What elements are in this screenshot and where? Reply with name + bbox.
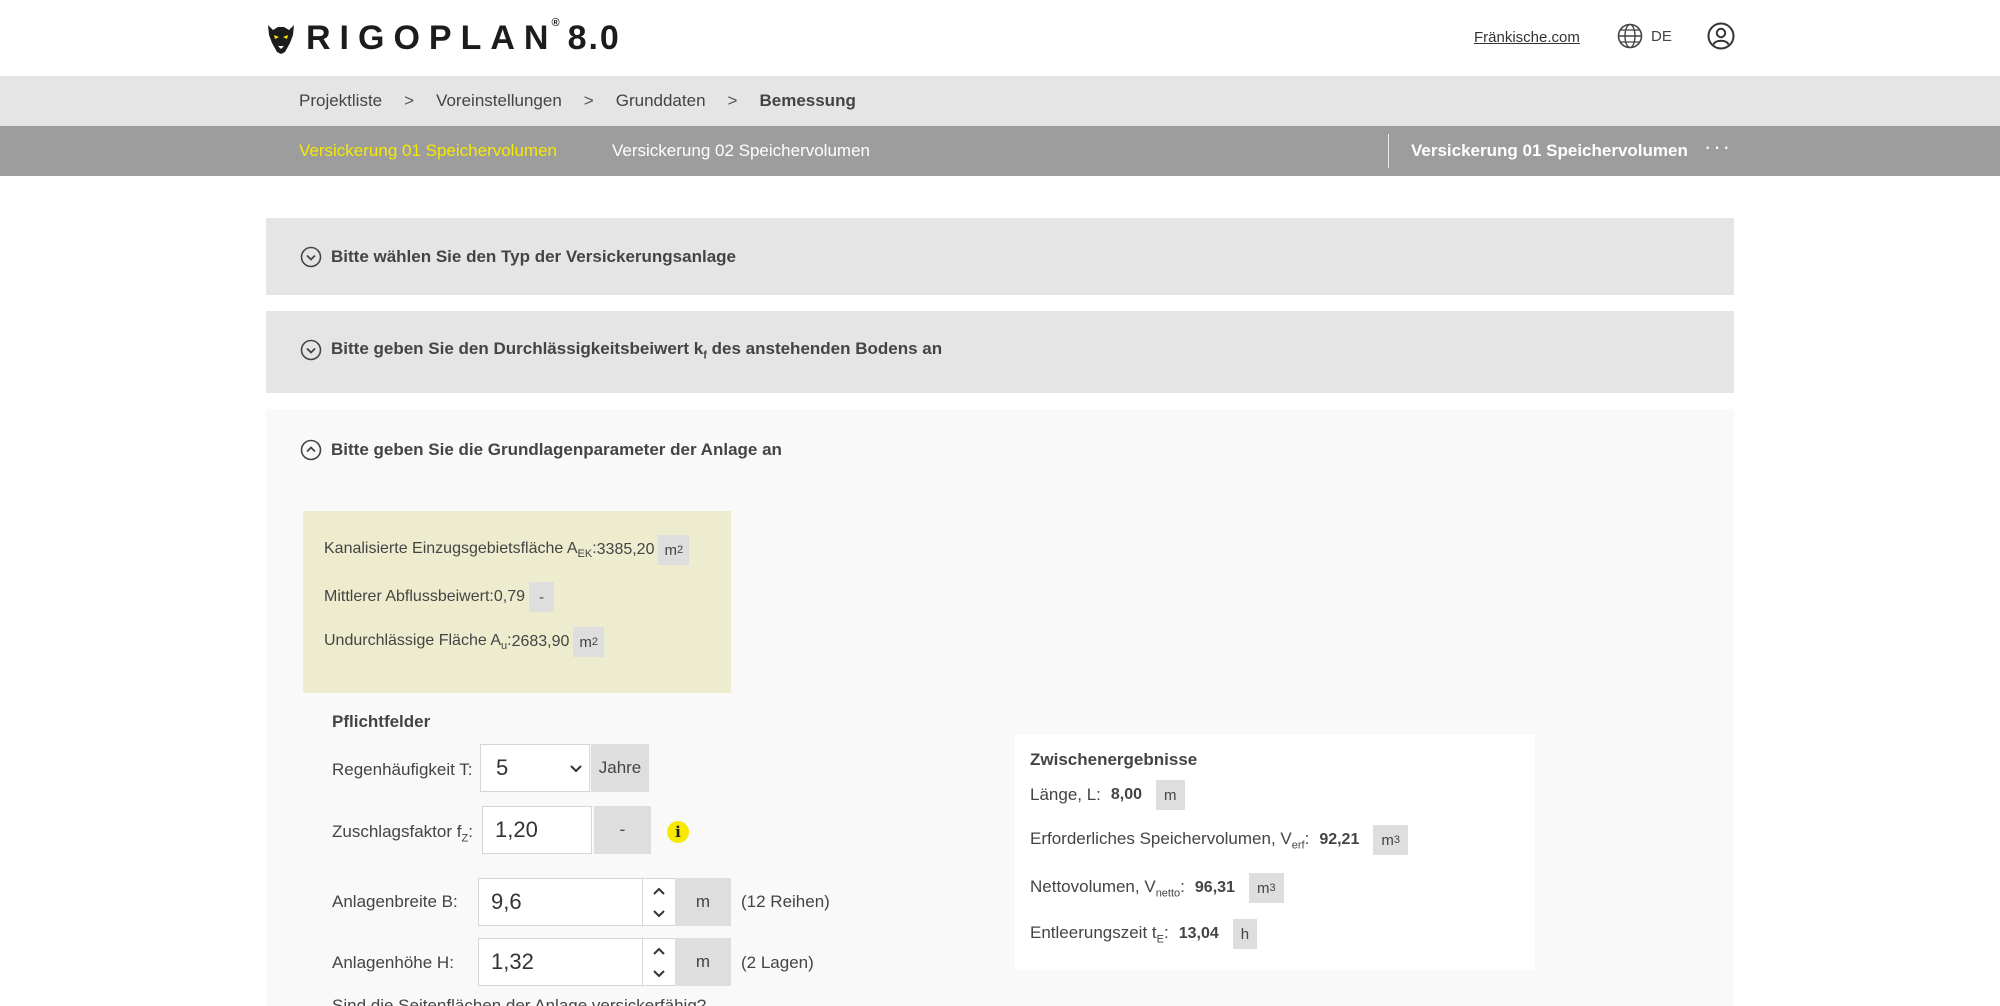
tab-divider bbox=[1388, 134, 1389, 168]
section-durchlaessigkeit[interactable]: Bitte geben Sie den Durchlässigkeitsbeiw… bbox=[266, 311, 1734, 393]
section-durchlaessigkeit-header: Bitte geben Sie den Durchlässigkeitsbeiw… bbox=[300, 339, 942, 361]
current-calculation-title: Versickerung 01 Speichervolumen bbox=[1411, 141, 1688, 160]
catchment-area-row: Kanalisierte Einzugsgebietsfläche AEK: 3… bbox=[324, 535, 690, 565]
impervious-area-label: Undurchlässige Fläche Au: bbox=[324, 631, 512, 653]
unit-badge: m2 bbox=[573, 627, 605, 657]
required-volume-value: 92,21 bbox=[1319, 831, 1360, 848]
section-title: Bitte geben Sie die Grundlagenparameter … bbox=[331, 440, 782, 459]
surcharge-factor-label: Zuschlagsfaktor fZ: bbox=[332, 822, 473, 845]
runoff-label: Mittlerer Abflussbeiwert: bbox=[324, 588, 494, 605]
more-options-icon[interactable]: ··· bbox=[1704, 136, 1732, 158]
chevron-down-icon bbox=[653, 970, 665, 978]
info-icon[interactable]: i bbox=[667, 821, 689, 843]
net-volume-row: Nettovolumen, Vnetto: 96,31 m3 bbox=[1030, 873, 1284, 903]
chevron-down-icon bbox=[570, 765, 582, 773]
catchment-area-value: 3385,20 bbox=[596, 541, 655, 558]
breadcrumb-separator: > bbox=[727, 91, 738, 110]
catchment-info-box: Kanalisierte Einzugsgebietsfläche AEK: 3… bbox=[303, 511, 731, 693]
tab-versickerung-02[interactable]: Versickerung 02 Speichervolumen bbox=[612, 141, 870, 161]
runoff-value: 0,79 bbox=[493, 588, 525, 605]
emptying-time-row: Entleerungszeit tE: 13,04 h bbox=[1030, 919, 1258, 949]
system-height-unit: m bbox=[675, 938, 731, 986]
unit-badge: - bbox=[528, 582, 554, 612]
rain-frequency-unit: Jahre bbox=[591, 744, 649, 792]
brand-name: RIGOPLAN® 8.0 bbox=[306, 16, 621, 57]
globe-icon bbox=[1617, 23, 1643, 49]
breadcrumb-separator: > bbox=[583, 91, 594, 110]
unit-badge: m3 bbox=[1248, 873, 1284, 903]
unit-badge: h bbox=[1232, 919, 1258, 949]
breadcrumb-projektliste[interactable]: Projektliste bbox=[299, 91, 382, 111]
system-height-input[interactable]: 1,32 bbox=[478, 938, 643, 986]
section-grundlagenparameter-header[interactable]: Bitte geben Sie die Grundlagenparameter … bbox=[300, 439, 782, 461]
tab-versickerung-01[interactable]: Versickerung 01 Speichervolumen bbox=[299, 141, 557, 161]
system-height-stepper bbox=[643, 938, 675, 986]
chevron-up-icon bbox=[653, 887, 665, 895]
calculation-tabs: Versickerung 01 Speichervolumen Versicke… bbox=[0, 126, 2000, 176]
net-volume-value: 96,31 bbox=[1194, 879, 1235, 896]
system-height-label: Anlagenhöhe H: bbox=[332, 953, 454, 972]
intermediate-results-panel: Zwischenergebnisse Länge, L: 8,00 m Erfo… bbox=[1015, 735, 1535, 970]
required-volume-label: Erforderliches Speichervolumen, Verf: bbox=[1030, 828, 1310, 852]
rows-hint: (12 Reihen) bbox=[741, 892, 830, 911]
required-fields-heading: Pflichtfelder bbox=[332, 712, 431, 731]
chevron-up-icon bbox=[300, 439, 322, 461]
rain-frequency-label: Regenhäufigkeit T: bbox=[332, 760, 473, 779]
section-title: Bitte geben Sie den Durchlässigkeitsbeiw… bbox=[331, 339, 943, 362]
panther-logo-icon bbox=[268, 25, 294, 54]
decrement-button[interactable] bbox=[649, 904, 669, 924]
length-value: 8,00 bbox=[1110, 786, 1143, 803]
unit-badge: m2 bbox=[658, 535, 690, 565]
increment-button[interactable] bbox=[649, 881, 669, 901]
system-width-stepper bbox=[643, 878, 675, 926]
system-width-label: Anlagenbreite B: bbox=[332, 892, 458, 911]
top-header: RIGOPLAN® 8.0 Fränkische.com DE bbox=[0, 0, 2000, 76]
system-width-input[interactable]: 9,6 bbox=[478, 878, 643, 926]
unit-badge: m3 bbox=[1373, 825, 1408, 855]
catchment-area-label: Kanalisierte Einzugsgebietsfläche AEK: bbox=[324, 539, 597, 561]
section-anlagentyp[interactable]: Bitte wählen Sie den Typ der Versickerun… bbox=[266, 218, 1734, 295]
language-label: DE bbox=[1651, 27, 1672, 45]
breadcrumb-bemessung: Bemessung bbox=[759, 91, 856, 110]
rain-frequency-select[interactable]: 5 bbox=[480, 744, 590, 792]
required-volume-row: Erforderliches Speichervolumen, Verf: 92… bbox=[1030, 825, 1408, 855]
net-volume-label: Nettovolumen, Vnetto: bbox=[1030, 876, 1185, 900]
section-anlagentyp-header: Bitte wählen Sie den Typ der Versickerun… bbox=[300, 246, 736, 268]
chevron-down-icon bbox=[300, 246, 322, 268]
chevron-down-icon bbox=[653, 910, 665, 918]
language-selector[interactable]: DE bbox=[1617, 23, 1672, 49]
fraenkische-link[interactable]: Fränkische.com bbox=[1474, 29, 1580, 46]
surcharge-factor-input[interactable]: 1,20 bbox=[482, 806, 592, 854]
emptying-time-value: 13,04 bbox=[1178, 925, 1219, 942]
unit-badge: m bbox=[1156, 780, 1185, 810]
chevron-up-icon bbox=[653, 947, 665, 955]
breadcrumb-grunddaten[interactable]: Grunddaten bbox=[616, 91, 706, 111]
section-title: Bitte wählen Sie den Typ der Versickerun… bbox=[331, 247, 736, 266]
rain-frequency-value: 5 bbox=[496, 755, 509, 780]
intermediate-results-title: Zwischenergebnisse bbox=[1030, 750, 1198, 769]
layers-hint: (2 Lagen) bbox=[741, 953, 814, 972]
system-width-unit: m bbox=[675, 878, 731, 926]
surcharge-factor-unit: - bbox=[594, 806, 651, 854]
length-label: Länge, L: bbox=[1030, 785, 1101, 804]
impervious-area-value: 2683,90 bbox=[511, 633, 570, 650]
user-button[interactable] bbox=[1707, 22, 1735, 55]
length-result-row: Länge, L: 8,00 m bbox=[1030, 780, 1185, 810]
logo[interactable]: RIGOPLAN® 8.0 bbox=[266, 16, 621, 58]
breadcrumb: Projektliste > Voreinstellungen > Grundd… bbox=[0, 76, 2000, 126]
side-infiltration-question: Sind die Seitenflächen der Anlage versic… bbox=[332, 996, 707, 1006]
user-icon bbox=[1707, 22, 1735, 50]
chevron-down-icon bbox=[300, 339, 322, 361]
emptying-time-label: Entleerungszeit tE: bbox=[1030, 922, 1169, 946]
breadcrumb-voreinstellungen[interactable]: Voreinstellungen bbox=[436, 91, 562, 111]
impervious-area-row: Undurchlässige Fläche Au: 2683,90 m2 bbox=[324, 627, 605, 657]
runoff-coefficient-row: Mittlerer Abflussbeiwert: 0,79 - bbox=[324, 582, 554, 612]
decrement-button[interactable] bbox=[649, 964, 669, 984]
increment-button[interactable] bbox=[649, 941, 669, 961]
breadcrumb-separator: > bbox=[404, 91, 415, 110]
